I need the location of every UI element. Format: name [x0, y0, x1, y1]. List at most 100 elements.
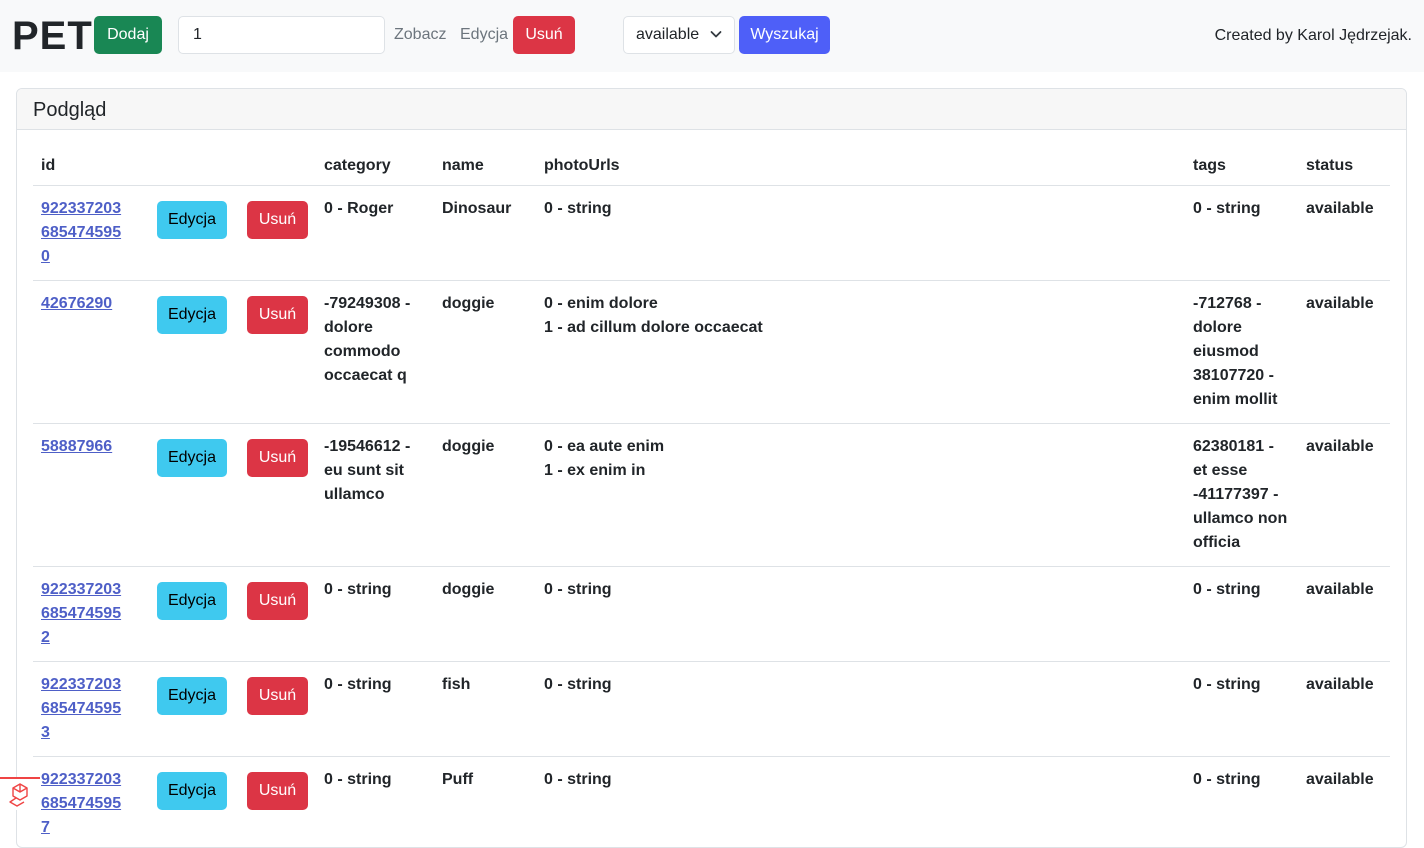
author-credit: Created by Karol Jędrzejak. — [1215, 27, 1412, 45]
id-cell-line: 7 — [41, 816, 141, 840]
photo-urls-cell: 0 - ea aute enim1 - ex enim in — [536, 424, 1185, 567]
category-cell-line: eu sunt sit — [324, 459, 426, 483]
row-edit-button-cell: Edycja — [149, 757, 239, 848]
status-cell: available — [1298, 567, 1390, 662]
table-header-row: id category name photoUrls tags status — [33, 145, 1390, 186]
category-cell: -79249308 -dolorecommodooccaecat q — [316, 281, 434, 424]
row-delete-button[interactable]: Usuń — [247, 772, 308, 810]
row-edit-button[interactable]: Edycja — [157, 772, 227, 810]
row-edit-button[interactable]: Edycja — [157, 582, 227, 620]
row-edit-button-cell: Edycja — [149, 567, 239, 662]
status-cell: available — [1298, 186, 1390, 281]
table-row: 58887966EdycjaUsuń-19546612 -eu sunt sit… — [33, 424, 1390, 567]
row-edit-button[interactable]: Edycja — [157, 677, 227, 715]
id-cell: 42676290 — [33, 281, 149, 424]
category-cell-line: 0 - string — [324, 673, 426, 697]
pet-id-link[interactable]: 42676290 — [41, 292, 141, 316]
tags-cell-line: 0 - string — [1193, 768, 1290, 792]
category-cell-line: occaecat q — [324, 364, 426, 388]
photo-urls-cell: 0 - string — [536, 186, 1185, 281]
row-edit-button-cell: Edycja — [149, 186, 239, 281]
id-cell-line: 0 — [41, 245, 141, 269]
status-select[interactable]: available — [623, 16, 735, 54]
row-delete-button[interactable]: Usuń — [247, 677, 308, 715]
id-cell-line: 2 — [41, 626, 141, 650]
name-cell: doggie — [434, 567, 536, 662]
tags-cell: 0 - string — [1185, 186, 1298, 281]
tags-cell: -712768 -doloreeiusmod38107720 -enim mol… — [1185, 281, 1298, 424]
tags-cell-line: 62380181 - — [1193, 435, 1290, 459]
id-cell-line: 685474595 — [41, 221, 141, 245]
delete-button[interactable]: Usuń — [513, 16, 575, 54]
category-cell: -19546612 -eu sunt situllamco — [316, 424, 434, 567]
row-delete-button[interactable]: Usuń — [247, 582, 308, 620]
laravel-debug-tab[interactable] — [0, 777, 40, 810]
card-title: Podgląd — [17, 89, 1406, 130]
row-delete-button[interactable]: Usuń — [247, 201, 308, 239]
id-cell: 9223372036854745957 — [33, 757, 149, 848]
table-row: 9223372036854745952 Edycja Usuń 0 - string d… — [33, 567, 1390, 662]
pet-id-link[interactable]: 9223372036854745957 — [41, 768, 141, 840]
pet-id-input[interactable] — [178, 16, 385, 54]
category-cell-line: commodo — [324, 340, 426, 364]
row-edit-button[interactable]: Edycja — [157, 296, 227, 334]
tags-cell: 0 - string — [1185, 757, 1298, 848]
column-header-status: status — [1298, 145, 1390, 186]
id-cell-line: 42676290 — [41, 292, 141, 316]
tags-cell-line: dolore — [1193, 316, 1290, 340]
column-header-category: category — [316, 145, 434, 186]
tags-cell-line: enim mollit — [1193, 388, 1290, 412]
photo-urls-cell-line: 0 - string — [544, 768, 1177, 792]
pet-id-link[interactable]: 9223372036854745952 — [41, 578, 141, 650]
column-header-edit — [149, 145, 239, 186]
id-cell-line: 685474595 — [41, 792, 141, 816]
tags-cell: 0 - string — [1185, 567, 1298, 662]
photo-urls-cell: 0 - string — [536, 567, 1185, 662]
category-cell-line: -79249308 - — [324, 292, 426, 316]
photo-urls-cell-line: 1 - ad cillum dolore occaecat — [544, 316, 1177, 340]
photo-urls-cell-line: 0 - string — [544, 197, 1177, 221]
tags-cell-line: officia — [1193, 531, 1290, 555]
edit-link[interactable]: Edycja — [460, 26, 508, 44]
column-header-name: name — [434, 145, 536, 186]
search-button[interactable]: Wyszukaj — [739, 16, 830, 54]
row-delete-button-cell: Usuń — [239, 281, 316, 424]
top-navbar: PET Dodaj Zobacz Edycja Usuń available W… — [0, 0, 1424, 72]
row-edit-button-cell: Edycja — [149, 662, 239, 757]
row-delete-button-cell: Usuń — [239, 186, 316, 281]
photo-urls-cell-line: 0 - ea aute enim — [544, 435, 1177, 459]
row-delete-button[interactable]: Usuń — [247, 439, 308, 477]
laravel-logo-icon — [0, 779, 40, 810]
photo-urls-cell: 0 - string — [536, 662, 1185, 757]
id-cell: 9223372036854745953 — [33, 662, 149, 757]
photo-urls-cell: 0 - string — [536, 757, 1185, 848]
photo-urls-cell-line: 0 - enim dolore — [544, 292, 1177, 316]
id-cell-line: 685474595 — [41, 697, 141, 721]
id-cell-line: 922337203 — [41, 768, 141, 792]
table-row: 42676290EdycjaUsuń-79249308 -dolorecommo… — [33, 281, 1390, 424]
chevron-down-icon — [710, 28, 722, 40]
row-edit-button[interactable]: Edycja — [157, 439, 227, 477]
name-cell: Puff — [434, 757, 536, 848]
photo-urls-cell-line: 0 - string — [544, 578, 1177, 602]
id-cell-line: 922337203 — [41, 673, 141, 697]
pet-id-link[interactable]: 58887966 — [41, 435, 141, 459]
row-edit-button-cell: Edycja — [149, 281, 239, 424]
id-cell-line: 685474595 — [41, 602, 141, 626]
name-cell: doggie — [434, 281, 536, 424]
tags-cell: 62380181 -et esse-41177397 -ullamco nono… — [1185, 424, 1298, 567]
tags-cell-line: -712768 - — [1193, 292, 1290, 316]
tags-cell-line: -41177397 - — [1193, 483, 1290, 507]
name-cell: Dinosaur — [434, 186, 536, 281]
pet-id-link[interactable]: 9223372036854745950 — [41, 197, 141, 269]
add-button[interactable]: Dodaj — [94, 16, 162, 54]
view-link[interactable]: Zobacz — [394, 26, 446, 44]
row-edit-button[interactable]: Edycja — [157, 201, 227, 239]
tags-cell-line: et esse — [1193, 459, 1290, 483]
category-cell-line: -19546612 - — [324, 435, 426, 459]
id-cell: 9223372036854745952 — [33, 567, 149, 662]
pet-id-link[interactable]: 9223372036854745953 — [41, 673, 141, 745]
row-delete-button-cell: Usuń — [239, 662, 316, 757]
row-delete-button[interactable]: Usuń — [247, 296, 308, 334]
column-header-delete — [239, 145, 316, 186]
